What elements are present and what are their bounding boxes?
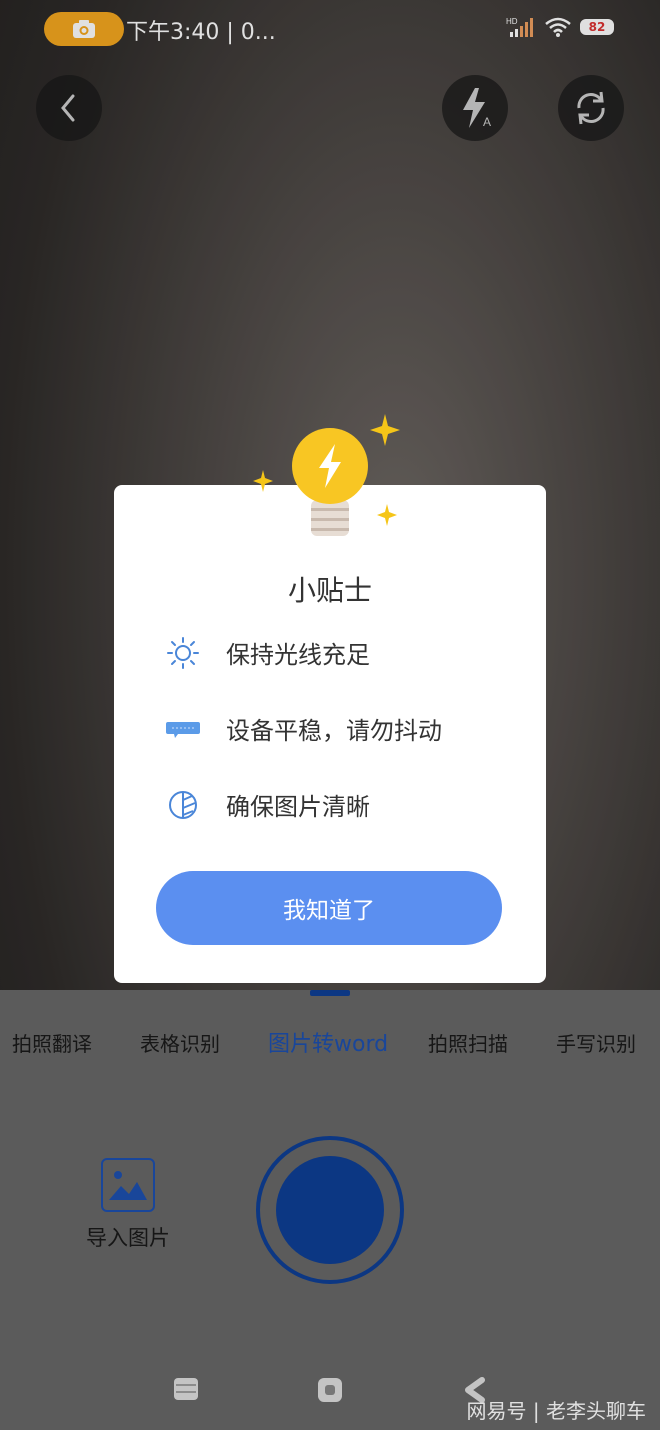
tip-text: 确保图片清晰 (226, 793, 370, 821)
tips-dialog: 小贴士 保持光线充足 设备平稳，请勿抖动 确保图片清晰 我知道了 (114, 485, 546, 983)
lightbulb-icon (253, 414, 400, 536)
dialog-title: 小贴士 (287, 574, 372, 607)
tip-item: 保持光线充足 (166, 635, 370, 670)
device-icon (166, 712, 200, 746)
clarity-icon (166, 788, 200, 822)
tip-item: 确保图片清晰 (166, 787, 370, 822)
tip-text: 设备平稳，请勿抖动 (226, 717, 442, 745)
tip-item: 设备平稳，请勿抖动 (166, 711, 442, 746)
confirm-button[interactable]: 我知道了 (156, 871, 502, 945)
tip-text: 保持光线充足 (226, 641, 370, 669)
camera-screen: 下午3:40 | 0... HD 82 A 拍照翻译 表格识别 图片转word … (0, 0, 660, 1430)
sun-icon (166, 636, 200, 670)
